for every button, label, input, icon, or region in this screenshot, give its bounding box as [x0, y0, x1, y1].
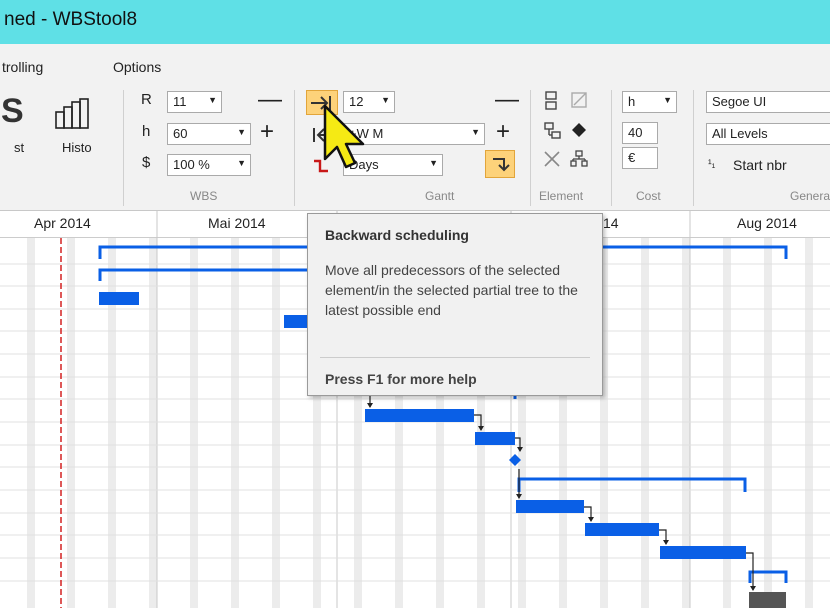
milestone-icon — [572, 123, 586, 137]
h-select[interactable]: 60 ▼ — [167, 123, 251, 145]
font-select[interactable]: Segoe UI — [706, 91, 830, 113]
start-number-button[interactable]: Start nbr — [733, 157, 787, 173]
backward-scheduling-tooltip: Backward scheduling Move all predecessor… — [307, 213, 603, 396]
chevron-down-icon: ▼ — [237, 127, 246, 137]
h-select-value: 60 — [173, 126, 188, 141]
cost-group-label: Cost — [636, 189, 661, 203]
arrow-down-right-icon — [493, 158, 510, 172]
histo-button-label[interactable]: Histo — [62, 140, 92, 155]
levels-select[interactable]: All Levels — [706, 123, 830, 145]
r-select[interactable]: 11 ▼ — [167, 91, 222, 113]
menu-item-controlling[interactable]: trolling — [2, 59, 43, 75]
histogram-icon[interactable] — [54, 98, 96, 130]
hierarchy-icon — [570, 150, 588, 167]
ribbon-s-glyph: S — [1, 92, 24, 130]
group-separator — [611, 90, 612, 206]
cost-unit-select[interactable]: h ▼ — [622, 91, 677, 113]
cost-unit-value: h — [628, 94, 636, 109]
general-group-label: Genera — [790, 189, 830, 203]
group-separator — [693, 90, 694, 206]
cost-amount-input[interactable]: 40 — [622, 122, 658, 144]
tooltip-title: Backward scheduling — [325, 227, 469, 243]
tooltip-body: Move all predecessors of the selected el… — [325, 262, 578, 318]
tooltip-help-hint: Press F1 for more help — [325, 371, 477, 387]
wbs-plus-button[interactable]: + — [260, 118, 274, 146]
wbs-minus-button[interactable]: — — [258, 86, 282, 114]
element-group-label: Element — [539, 189, 584, 203]
title-bar: ned - WBStool8 — [0, 0, 830, 44]
structure-icon — [545, 91, 557, 110]
ribbon: S st Histo R 11 ▼ h 60 ▼ $ 100 % ▼ — + WBS … — [0, 82, 830, 211]
dollar-label: $ — [142, 154, 151, 171]
menu-item-options[interactable]: Options — [113, 59, 161, 75]
gantt-group-label: Gantt — [425, 189, 455, 203]
gantt-minus-button[interactable]: — — [495, 86, 519, 114]
group-separator — [294, 90, 295, 206]
window-title: ned - WBStool8 — [4, 9, 138, 30]
chevron-down-icon: ▼ — [471, 127, 480, 137]
r-select-value: 11 — [173, 94, 187, 109]
gantt-plus-button[interactable]: + — [496, 118, 510, 146]
ribbon-left-label-a[interactable]: st — [14, 140, 24, 155]
chevron-down-icon: ▼ — [429, 158, 438, 168]
cost-currency-input[interactable]: € — [622, 147, 658, 169]
h-label: h — [142, 123, 151, 140]
group-separator — [123, 90, 124, 206]
chevron-down-icon: ▼ — [208, 95, 217, 105]
task-bar-grey — [749, 592, 786, 608]
percent-select-value: 100 % — [173, 157, 210, 172]
group-separator — [530, 90, 531, 206]
tooltip-divider — [320, 357, 590, 358]
forward-scheduling-button[interactable] — [485, 150, 515, 178]
edit-icon — [571, 92, 587, 108]
delete-icon — [544, 151, 560, 167]
r-label: R — [141, 91, 152, 108]
mouse-cursor-icon — [323, 104, 365, 169]
chevron-down-icon: ▼ — [663, 95, 672, 105]
start-number-icon: ¹₁ — [708, 158, 716, 170]
element-icons — [544, 91, 588, 167]
percent-select[interactable]: 100 % ▼ — [167, 154, 251, 176]
chevron-down-icon: ▼ — [237, 158, 246, 168]
wbs-group-label: WBS — [190, 189, 218, 203]
tree-icon — [544, 122, 561, 139]
